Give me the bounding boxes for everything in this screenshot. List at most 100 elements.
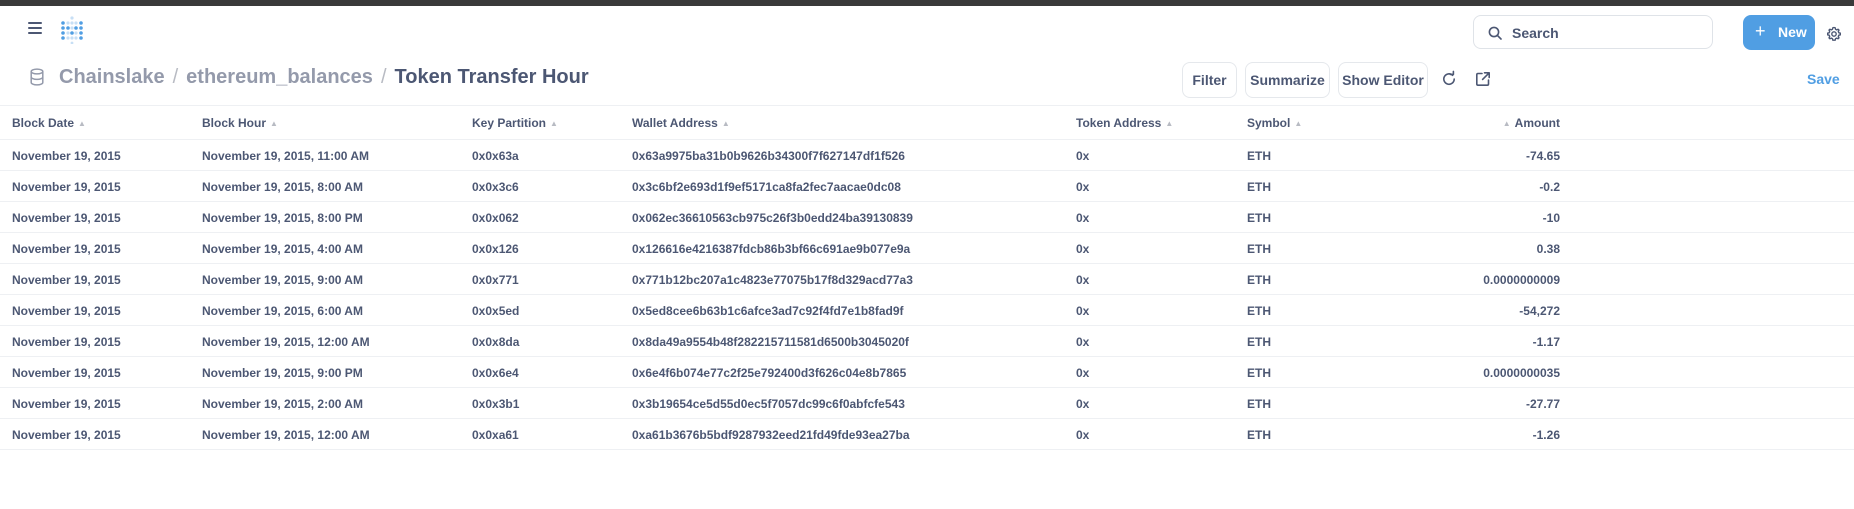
cell-token-address: 0x — [1076, 180, 1090, 194]
column-header-key-partition[interactable]: Key Partition ▲ — [472, 116, 558, 130]
cell-wallet-address: 0x63a9975ba31b0b9626b34300f7f627147df1f5… — [632, 149, 905, 163]
cell-token-address: 0x — [1076, 273, 1090, 287]
cell-block-date: November 19, 2015 — [12, 366, 121, 380]
metabase-logo[interactable] — [58, 16, 86, 44]
plus-icon: + — [1755, 21, 1766, 41]
table-row: November 19, 2015 November 19, 2015, 9:0… — [0, 357, 1854, 388]
menu-icon[interactable] — [28, 22, 42, 34]
summarize-button[interactable]: Summarize — [1245, 62, 1330, 98]
cell-symbol: ETH — [1247, 366, 1271, 380]
cell-amount: 0.0000000035 — [1483, 366, 1560, 380]
page-title: Token Transfer Hour — [394, 66, 589, 88]
cell-token-address: 0x — [1076, 397, 1090, 411]
cell-symbol: ETH — [1247, 180, 1271, 194]
gear-icon[interactable] — [1826, 26, 1842, 42]
cell-block-hour: November 19, 2015, 2:00 AM — [202, 397, 363, 411]
cell-token-address: 0x — [1076, 242, 1090, 256]
column-header-amount[interactable]: ▲ Amount — [1503, 116, 1560, 130]
table-row: November 19, 2015 November 19, 2015, 12:… — [0, 326, 1854, 357]
cell-symbol: ETH — [1247, 273, 1271, 287]
cell-amount: -54,272 — [1519, 304, 1560, 318]
table-row: November 19, 2015 November 19, 2015, 2:0… — [0, 388, 1854, 419]
breadcrumb-schema[interactable]: ethereum_balances — [186, 66, 373, 88]
table-row: November 19, 2015 November 19, 2015, 8:0… — [0, 202, 1854, 233]
cell-token-address: 0x — [1076, 149, 1090, 163]
cell-amount: -27.77 — [1525, 397, 1560, 411]
cell-token-address: 0x — [1076, 211, 1090, 225]
results-table: Block Date ▲ Block Hour ▲ Key Partition ▲ W… — [0, 106, 1854, 450]
search-input[interactable]: Search — [1473, 15, 1713, 49]
column-header-label: Wallet Address — [632, 116, 718, 130]
column-header-symbol[interactable]: Symbol ▲ — [1247, 116, 1302, 130]
sort-icon: ▲ — [721, 119, 730, 128]
cell-key-partition: 0x0x6e4 — [472, 366, 519, 380]
external-link-icon[interactable] — [1474, 70, 1492, 88]
table-row: November 19, 2015 November 19, 2015, 11:… — [0, 140, 1854, 171]
column-header-block-date[interactable]: Block Date ▲ — [12, 116, 86, 130]
column-header-token-address[interactable]: Token Address ▲ — [1076, 116, 1173, 130]
sort-icon: ▲ — [1165, 119, 1174, 128]
cell-key-partition: 0x0x8da — [472, 335, 520, 349]
table-row: November 19, 2015 November 19, 2015, 4:0… — [0, 233, 1854, 264]
breadcrumb-separator: / — [172, 66, 179, 88]
database-icon — [30, 68, 44, 86]
cell-key-partition: 0x0x062 — [472, 211, 519, 225]
sort-icon: ▲ — [78, 119, 86, 128]
cell-wallet-address: 0x5ed8cee6b63b1c6afce3ad7c92f4fd7e1b8fad… — [632, 304, 904, 318]
cell-key-partition: 0x0x126 — [472, 242, 519, 256]
breadcrumb: Chainslake / ethereum_balances / Token Trans… — [59, 66, 589, 89]
cell-token-address: 0x — [1076, 335, 1090, 349]
cell-block-hour: November 19, 2015, 6:00 AM — [202, 304, 363, 318]
cell-block-hour: November 19, 2015, 4:00 AM — [202, 242, 363, 256]
cell-wallet-address: 0x8da49a9554b48f282215711581d6500b304502… — [632, 335, 909, 349]
cell-block-date: November 19, 2015 — [12, 149, 121, 163]
cell-block-date: November 19, 2015 — [12, 180, 121, 194]
cell-amount: -10 — [1542, 211, 1560, 225]
column-header-label: Block Date — [12, 116, 75, 130]
cell-key-partition: 0x0x3b1 — [472, 397, 520, 411]
cell-block-date: November 19, 2015 — [12, 428, 121, 442]
cell-block-hour: November 19, 2015, 12:00 AM — [202, 428, 370, 442]
cell-amount: -74.65 — [1525, 149, 1560, 163]
cell-symbol: ETH — [1247, 335, 1271, 349]
cell-block-hour: November 19, 2015, 8:00 AM — [202, 180, 363, 194]
table-header-row: Block Date ▲ Block Hour ▲ Key Partition ▲ W… — [0, 106, 1854, 140]
new-button-label: New — [1778, 24, 1807, 40]
new-button[interactable]: + New — [1743, 15, 1815, 50]
sort-icon: ▲ — [1502, 119, 1511, 128]
sort-icon: ▲ — [1294, 119, 1303, 128]
cell-block-hour: November 19, 2015, 9:00 PM — [202, 366, 363, 380]
cell-key-partition: 0x0x771 — [472, 273, 519, 287]
save-button[interactable]: Save — [1807, 71, 1840, 87]
cell-block-date: November 19, 2015 — [12, 242, 121, 256]
show-editor-button[interactable]: Show Editor — [1338, 62, 1428, 98]
cell-symbol: ETH — [1247, 149, 1271, 163]
cell-block-hour: November 19, 2015, 8:00 PM — [202, 211, 363, 225]
column-header-label: Block Hour — [202, 116, 267, 130]
cell-block-hour: November 19, 2015, 9:00 AM — [202, 273, 363, 287]
cell-wallet-address: 0x062ec36610563cb975c26f3b0edd24ba391308… — [632, 211, 913, 225]
search-icon — [1488, 26, 1502, 40]
column-header-wallet-address[interactable]: Wallet Address ▲ — [632, 116, 730, 130]
cell-wallet-address: 0xa61b3676b5bdf9287932eed21fd49fde93ea27… — [632, 428, 910, 442]
breadcrumb-database[interactable]: Chainslake — [59, 66, 165, 88]
refresh-icon[interactable] — [1440, 70, 1458, 88]
cell-wallet-address: 0x6e4f6b074e77c2f25e792400d3f626c04e8b78… — [632, 366, 907, 380]
cell-wallet-address: 0x3c6bf2e693d1f9ef5171ca8fa2fec7aacae0dc… — [632, 180, 901, 194]
sort-icon: ▲ — [550, 119, 558, 128]
cell-wallet-address: 0x771b12bc207a1c4823e77075b17f8d329acd77… — [632, 273, 913, 287]
cell-symbol: ETH — [1247, 397, 1271, 411]
filter-button[interactable]: Filter — [1182, 62, 1237, 98]
cell-block-hour: November 19, 2015, 12:00 AM — [202, 335, 370, 349]
cell-block-date: November 19, 2015 — [12, 273, 121, 287]
table-row: November 19, 2015 November 19, 2015, 6:0… — [0, 295, 1854, 326]
cell-symbol: ETH — [1247, 428, 1271, 442]
table-row: November 19, 2015 November 19, 2015, 9:0… — [0, 264, 1854, 295]
cell-token-address: 0x — [1076, 428, 1090, 442]
column-header-label: Amount — [1514, 116, 1560, 130]
cell-symbol: ETH — [1247, 242, 1271, 256]
column-header-block-hour[interactable]: Block Hour ▲ — [202, 116, 278, 130]
sort-icon: ▲ — [270, 119, 278, 128]
cell-amount: -1.26 — [1532, 428, 1560, 442]
cell-amount: -0.2 — [1539, 180, 1560, 194]
